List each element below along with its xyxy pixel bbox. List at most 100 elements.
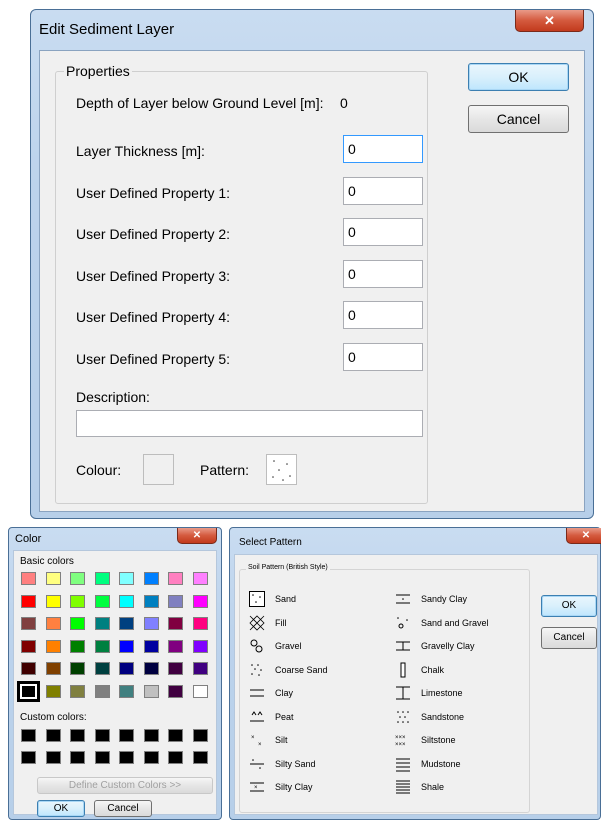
basic-color-swatch[interactable]	[168, 662, 183, 675]
cancel-button[interactable]: Cancel	[94, 800, 152, 817]
cancel-button[interactable]: Cancel	[541, 627, 597, 649]
basic-color-swatch[interactable]	[21, 639, 36, 653]
pattern-item-fill[interactable]: Fill	[249, 614, 369, 632]
basic-color-swatch[interactable]	[94, 572, 110, 585]
custom-color-swatch[interactable]	[45, 729, 61, 742]
basic-color-swatch[interactable]	[45, 684, 61, 698]
layer-thickness-input[interactable]: 0	[343, 135, 423, 163]
basic-color-swatch[interactable]	[143, 594, 159, 608]
pattern-item-gravelly-clay[interactable]: Gravelly Clay	[395, 637, 515, 655]
description-input[interactable]	[76, 410, 423, 437]
basic-color-swatch[interactable]	[45, 639, 61, 653]
custom-color-swatch[interactable]	[192, 729, 208, 742]
basic-color-swatch[interactable]	[70, 684, 85, 698]
user-property-4-input[interactable]: 0	[343, 301, 423, 329]
basic-color-swatch[interactable]	[94, 662, 110, 675]
ok-button[interactable]: OK	[468, 63, 569, 91]
basic-color-swatch[interactable]	[192, 684, 208, 698]
basic-color-swatch[interactable]	[192, 572, 208, 585]
basic-color-swatch[interactable]	[143, 572, 159, 585]
basic-color-swatch[interactable]	[119, 684, 134, 698]
custom-color-swatch[interactable]	[119, 729, 134, 742]
custom-color-swatch[interactable]	[168, 751, 183, 764]
basic-color-swatch[interactable]	[192, 594, 208, 608]
basic-color-swatch[interactable]	[45, 594, 61, 608]
custom-color-swatch[interactable]	[168, 729, 183, 742]
basic-color-swatch[interactable]	[192, 639, 208, 653]
close-button[interactable]: ✕	[177, 528, 217, 544]
pattern-item-sand-and-gravel[interactable]: Sand and Gravel	[395, 614, 515, 632]
custom-color-swatch[interactable]	[70, 751, 85, 764]
basic-color-swatch[interactable]	[168, 684, 183, 698]
custom-color-swatch[interactable]	[21, 729, 36, 742]
pattern-item-mudstone[interactable]: Mudstone	[395, 755, 515, 773]
cancel-button[interactable]: Cancel	[468, 105, 569, 133]
pattern-item-coarse-sand[interactable]: Coarse Sand	[249, 661, 369, 679]
basic-color-swatch[interactable]	[94, 684, 110, 698]
basic-color-swatch[interactable]	[192, 617, 208, 630]
basic-color-swatch[interactable]	[94, 617, 110, 630]
basic-color-swatch[interactable]	[70, 662, 85, 675]
pattern-item-sandstone[interactable]: Sandstone	[395, 708, 515, 726]
basic-color-swatch[interactable]	[21, 572, 36, 585]
basic-color-swatch[interactable]	[143, 684, 159, 698]
close-button[interactable]: ✕	[566, 528, 601, 544]
basic-color-swatch[interactable]	[168, 572, 183, 585]
pattern-item-silty-clay[interactable]: × Silty Clay	[249, 778, 369, 796]
basic-color-swatch[interactable]	[143, 662, 159, 675]
basic-color-swatch[interactable]	[168, 617, 183, 630]
basic-color-swatch[interactable]	[119, 594, 134, 608]
basic-color-swatch[interactable]	[94, 639, 110, 653]
basic-color-swatch[interactable]	[45, 617, 61, 630]
custom-color-swatch[interactable]	[45, 751, 61, 764]
basic-color-swatch[interactable]	[21, 594, 36, 608]
ok-button[interactable]: OK	[541, 595, 597, 617]
custom-color-swatch[interactable]	[143, 729, 159, 742]
basic-color-swatch[interactable]	[70, 617, 85, 630]
user-property-1-input[interactable]: 0	[343, 177, 423, 205]
basic-color-swatch[interactable]	[143, 639, 159, 653]
ok-button[interactable]: OK	[37, 800, 85, 817]
basic-color-swatch[interactable]	[70, 594, 85, 608]
basic-color-swatch[interactable]	[21, 662, 36, 675]
basic-color-swatch[interactable]	[45, 572, 61, 585]
pattern-item-silt[interactable]: × × Silt	[249, 731, 369, 749]
custom-color-swatch[interactable]	[94, 751, 110, 764]
basic-color-swatch[interactable]	[70, 572, 85, 585]
define-custom-colors-button[interactable]: Define Custom Colors >>	[37, 777, 213, 794]
basic-color-swatch[interactable]	[168, 594, 183, 608]
colour-swatch[interactable]	[143, 454, 174, 485]
basic-color-swatch[interactable]	[119, 572, 134, 585]
custom-color-swatch[interactable]	[143, 751, 159, 764]
custom-color-swatch[interactable]	[192, 751, 208, 764]
pattern-item-siltstone[interactable]: ××× ××× Siltstone	[395, 731, 515, 749]
pattern-item-gravel[interactable]: Gravel	[249, 637, 369, 655]
pattern-item-peat[interactable]: Peat	[249, 708, 369, 726]
pattern-swatch[interactable]	[266, 454, 297, 485]
pattern-item-limestone[interactable]: Limestone	[395, 684, 515, 702]
close-button[interactable]: ✕	[515, 10, 584, 32]
pattern-item-clay[interactable]: Clay	[249, 684, 369, 702]
basic-color-swatch[interactable]	[70, 639, 85, 653]
basic-color-swatch[interactable]	[143, 617, 159, 630]
basic-color-swatch[interactable]	[192, 662, 208, 675]
pattern-item-shale[interactable]: Shale	[395, 778, 515, 796]
pattern-item-chalk[interactable]: Chalk	[395, 661, 515, 679]
user-property-5-input[interactable]: 0	[343, 343, 423, 371]
custom-color-swatch[interactable]	[70, 729, 85, 742]
basic-color-swatch[interactable]	[21, 617, 36, 630]
user-property-3-input[interactable]: 0	[343, 260, 423, 288]
basic-color-swatch[interactable]	[119, 617, 134, 630]
pattern-item-sandy-clay[interactable]: Sandy Clay	[395, 590, 515, 608]
basic-color-swatch[interactable]	[17, 680, 40, 702]
custom-color-swatch[interactable]	[94, 729, 110, 742]
custom-color-swatch[interactable]	[21, 751, 36, 764]
basic-color-swatch[interactable]	[45, 662, 61, 675]
basic-color-swatch[interactable]	[119, 662, 134, 675]
basic-color-swatch[interactable]	[94, 594, 110, 608]
basic-color-swatch[interactable]	[119, 639, 134, 653]
basic-color-swatch[interactable]	[168, 639, 183, 653]
custom-color-swatch[interactable]	[119, 751, 134, 764]
pattern-item-sand[interactable]: Sand	[249, 590, 369, 608]
pattern-item-silty-sand[interactable]: Silty Sand	[249, 755, 369, 773]
